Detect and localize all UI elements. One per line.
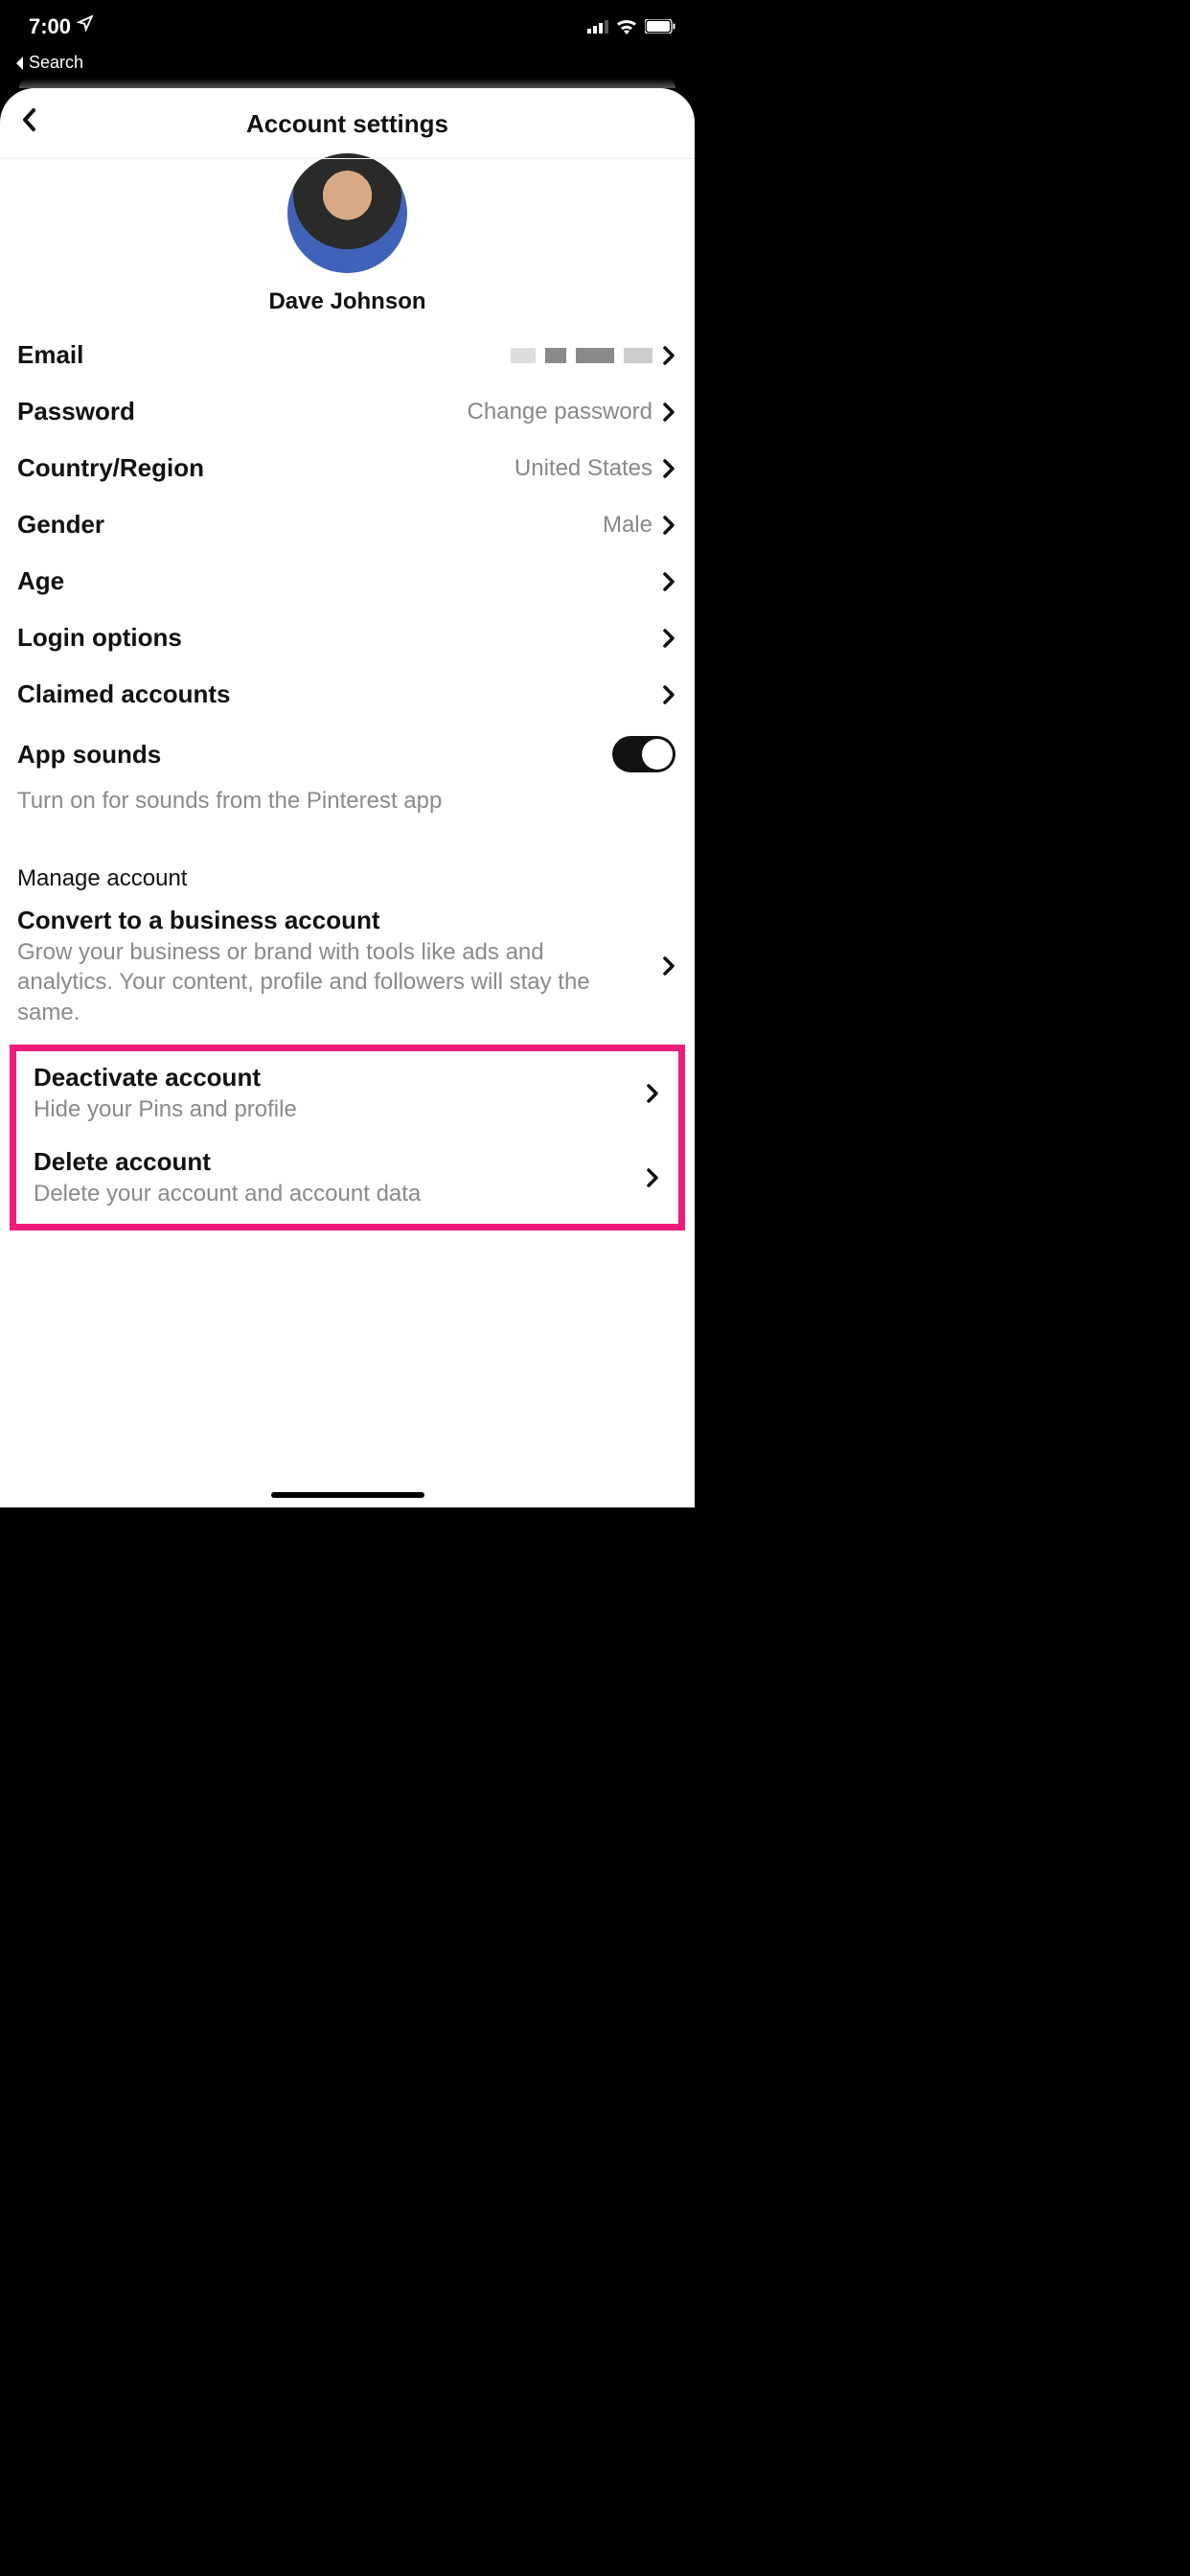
status-bar: 7:00 — [0, 0, 695, 53]
row-label: App sounds — [17, 740, 161, 770]
chevron-right-icon — [662, 571, 675, 592]
row-label: Email — [17, 340, 83, 370]
app-sounds-toggle[interactable] — [612, 736, 675, 772]
row-label: Claimed accounts — [17, 679, 231, 709]
home-indicator[interactable] — [271, 1492, 424, 1498]
row-app-sounds: App sounds — [0, 723, 695, 786]
chevron-right-icon — [662, 628, 675, 649]
row-label: Password — [17, 397, 135, 426]
chevron-right-icon — [662, 955, 675, 977]
chevron-right-icon — [662, 458, 675, 479]
row-convert-business[interactable]: Convert to a business account Grow your … — [0, 900, 695, 1037]
sheet-header: Account settings — [0, 88, 695, 159]
row-value: United States — [515, 455, 652, 482]
chevron-right-icon — [662, 345, 675, 366]
page-title: Account settings — [246, 109, 448, 139]
chevron-right-icon — [646, 1167, 659, 1188]
profile-section: Dave Johnson — [0, 159, 695, 327]
row-age[interactable]: Age — [0, 553, 695, 610]
profile-name: Dave Johnson — [268, 288, 425, 315]
app-sounds-subtext: Turn on for sounds from the Pinterest ap… — [0, 786, 695, 827]
breadcrumb-back[interactable]: Search — [0, 53, 695, 79]
breadcrumb-label: Search — [29, 53, 83, 73]
row-country[interactable]: Country/Region United States — [0, 440, 695, 496]
row-label: Age — [17, 566, 64, 596]
location-services-icon — [77, 12, 94, 37]
row-title: Convert to a business account — [17, 906, 643, 935]
row-delete-account[interactable]: Delete account Delete your account and a… — [16, 1134, 678, 1218]
row-label: Gender — [17, 510, 104, 540]
row-subtext: Grow your business or brand with tools l… — [17, 937, 643, 1027]
row-login-options[interactable]: Login options — [0, 610, 695, 666]
row-email[interactable]: Email — [0, 327, 695, 383]
row-subtext: Hide your Pins and profile — [34, 1094, 627, 1124]
battery-icon — [645, 19, 675, 34]
sheet-backdrop — [19, 79, 675, 88]
chevron-left-icon — [21, 107, 36, 132]
highlight-annotation: Deactivate account Hide your Pins and pr… — [10, 1045, 685, 1230]
status-time: 7:00 — [29, 14, 71, 39]
row-deactivate-account[interactable]: Deactivate account Hide your Pins and pr… — [16, 1057, 678, 1134]
chevron-right-icon — [662, 515, 675, 536]
row-label: Country/Region — [17, 453, 204, 483]
chevron-left-icon — [15, 57, 25, 70]
row-password[interactable]: Password Change password — [0, 383, 695, 440]
section-manage-account: Manage account — [0, 827, 695, 900]
row-value: Change password — [468, 399, 652, 426]
row-value: Male — [603, 512, 652, 539]
row-gender[interactable]: Gender Male — [0, 496, 695, 553]
avatar[interactable] — [287, 153, 407, 273]
row-label: Login options — [17, 623, 182, 653]
row-title: Delete account — [34, 1147, 627, 1177]
status-icons — [587, 19, 675, 34]
chevron-right-icon — [646, 1083, 659, 1104]
chevron-right-icon — [662, 684, 675, 705]
settings-sheet: Account settings Dave Johnson Email Pass… — [0, 88, 695, 1507]
row-claimed-accounts[interactable]: Claimed accounts — [0, 666, 695, 723]
back-button[interactable] — [21, 107, 36, 137]
wifi-icon — [616, 19, 637, 34]
row-title: Deactivate account — [34, 1063, 627, 1092]
row-subtext: Delete your account and account data — [34, 1179, 627, 1208]
cellular-icon — [587, 20, 608, 34]
redacted-email — [511, 348, 652, 363]
chevron-right-icon — [662, 402, 675, 423]
